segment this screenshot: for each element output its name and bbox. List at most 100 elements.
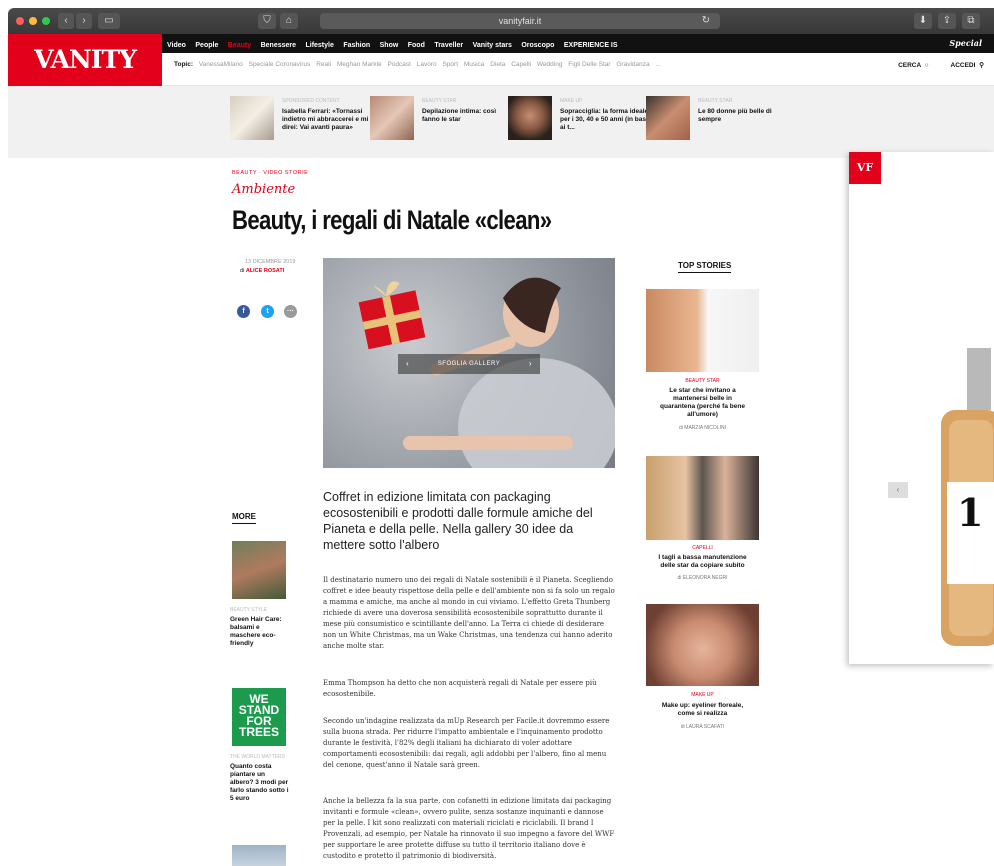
featured-title: Le 80 donne più belle di sempre [698,108,772,123]
tabs-icon[interactable]: ⧉ [962,13,980,29]
featured-thumbnail [230,96,274,140]
more-thumbnail: WE STAND FOR TREES [232,688,286,746]
top-story-thumbnail[interactable] [646,604,759,686]
featured-thumbnail [508,96,552,140]
address-bar[interactable]: vanityfair.it [320,13,720,29]
more-section-title: MORE [232,512,256,524]
article-category[interactable]: Ambiente [232,182,295,197]
more-title: Green Hair Care: balsami e maschere eco-… [230,616,282,647]
featured-title: Sopracciglia: la forma ideale per i 30, … [560,108,650,131]
featured-item[interactable]: BEAUTY STAR Le 80 donne più belle di sem… [646,96,786,148]
topic-link[interactable]: Dieta [490,61,505,68]
back-icon[interactable]: ‹ [58,13,74,29]
featured-item[interactable]: SPONSORED CONTENT Isabella Ferrari: «Tor… [230,96,370,148]
forward-icon[interactable]: › [76,13,92,29]
topic-link[interactable]: Lavoro [417,61,437,68]
close-window-icon[interactable] [16,17,24,25]
topic-link[interactable]: Reali [316,61,331,68]
top-story-title[interactable]: Make up: eyeliner floreale, come si real… [656,702,749,718]
reload-icon[interactable]: ↻ [698,13,714,29]
featured-kicker: MAKE UP [560,98,583,104]
special-link[interactable]: Special [949,34,982,53]
twitter-share-icon[interactable]: t [261,305,274,318]
author-name[interactable]: ALICE ROSATI [246,268,284,274]
nav-item-lifestyle[interactable]: Lifestyle [305,36,333,55]
more-kicker: THE WORLD MATTERS [230,754,285,760]
topic-link[interactable]: Musica [464,61,485,68]
more-title: Quanto costa piantare un albero? 3 modi … [230,763,289,802]
shield-icon[interactable]: ⛉ [258,13,276,29]
topic-link[interactable]: ... [655,61,660,68]
author-prefix: di [240,268,245,274]
top-story-kicker: MAKE UP [691,692,714,698]
nav-item-food[interactable]: Food [408,36,425,55]
maximize-window-icon[interactable] [42,17,50,25]
nav-item-vanity-stars[interactable]: Vanity stars [473,36,512,55]
featured-title: Isabella Ferrari: «Tornassi indietro mi … [282,108,369,131]
topic-link[interactable]: Sport [442,61,458,68]
featured-thumbnail [370,96,414,140]
article-author: di ALICE ROSATI [240,268,284,274]
article-paragraph: Anche la bellezza fa la sua parte, con c… [323,797,615,860]
article-lede: Coffret in edizione limitata con packagi… [323,490,593,552]
top-story-title[interactable]: I tagli a bassa manutenzione delle star … [656,554,749,570]
top-story-thumbnail[interactable] [646,456,759,540]
more-kicker: BEAUTY STYLE [230,607,268,613]
top-story-author: di ELEONORA NEGRI [677,575,728,581]
featured-thumbnail [646,96,690,140]
more-share-icon[interactable]: ··· [284,305,297,318]
top-story-kicker: BEAUTY STAR [685,378,720,384]
search-button[interactable]: CERCA ○ [888,62,929,69]
top-story-author: di MARZIA NICOLINI [679,425,726,431]
topic-link[interactable]: Speciale Coronavirus [249,61,311,68]
login-button[interactable]: ACCEDI ⚲ [941,62,985,69]
nav-item-oroscopo[interactable]: Oroscopo [521,36,554,55]
user-icon: ⚲ [979,62,984,69]
featured-item[interactable]: BEAUTY STAR Depilazione intima: così fan… [370,96,510,148]
chevron-right-icon[interactable]: › [529,354,532,374]
featured-title: Depilazione intima: così fanno le star [422,108,497,123]
share-icon[interactable]: ⇪ [938,13,956,29]
site-logo[interactable]: VANITY FAIR [8,34,162,126]
login-label: ACCEDI [950,62,976,69]
top-stories-title: TOP STORIES [678,261,732,273]
nav-item-fashion[interactable]: Fashion [343,36,370,55]
article-paragraph: Emma Thompson ha detto che non acquister… [323,679,597,698]
nav-item-people[interactable]: People [195,36,218,55]
featured-item[interactable]: MAKE UP Sopracciglia: la forma ideale pe… [508,96,650,148]
nav-item-video[interactable]: Video [167,36,186,55]
home-icon[interactable]: ⌂ [280,13,298,29]
download-icon[interactable]: ⬇ [914,13,932,29]
search-label: CERCA [898,62,921,69]
article-kickers[interactable]: BEAUTY · VIDEO STORIE [232,170,308,176]
gallery-button[interactable]: ‹ SFOGLIA GALLERY › [398,354,540,374]
main-nav: Video People Beauty Benessere Lifestyle … [162,34,994,53]
featured-strip: SPONSORED CONTENT Isabella Ferrari: «Tor… [8,86,994,158]
nav-item-show[interactable]: Show [380,36,399,55]
sidebar-icon[interactable]: ▭ [98,13,120,29]
topic-link[interactable]: Capelli [511,61,531,68]
gallery-hero-image[interactable]: ‹ SFOGLIA GALLERY › [323,258,615,468]
featured-kicker: BEAUTY STAR [698,98,733,104]
more-thumbnail[interactable] [232,845,286,866]
chevron-left-icon[interactable]: ‹ [406,354,409,374]
advertisement[interactable]: VF 1 [849,152,994,664]
topic-link[interactable]: Meghan Markle [337,61,382,68]
top-story-title[interactable]: Le star che invitano a mantenersi belle … [656,387,749,419]
topic-link[interactable]: Gravidanza [616,61,649,68]
top-story-thumbnail[interactable] [646,289,759,372]
facebook-share-icon[interactable]: f [237,305,250,318]
nav-item-beauty[interactable]: Beauty [228,36,251,55]
article-paragraph: Il destinatario numero uno dei regali di… [323,576,615,650]
nav-item-experience[interactable]: EXPERIENCE IS [564,36,618,55]
nav-item-traveller[interactable]: Traveller [434,36,463,55]
nav-item-benessere[interactable]: Benessere [261,36,296,55]
topic-link[interactable]: Podcast [387,61,411,68]
ad-bottle-number: 1 [957,490,984,535]
minimize-window-icon[interactable] [29,17,37,25]
topic-link[interactable]: Figli Delle Star [568,61,610,68]
ad-previous-icon[interactable]: ‹ [888,482,908,498]
topics-bar: Topic: VanessaMilano Speciale Coronaviru… [174,61,665,68]
topic-link[interactable]: Wedding [537,61,563,68]
topic-link[interactable]: VanessaMilano [199,61,243,68]
